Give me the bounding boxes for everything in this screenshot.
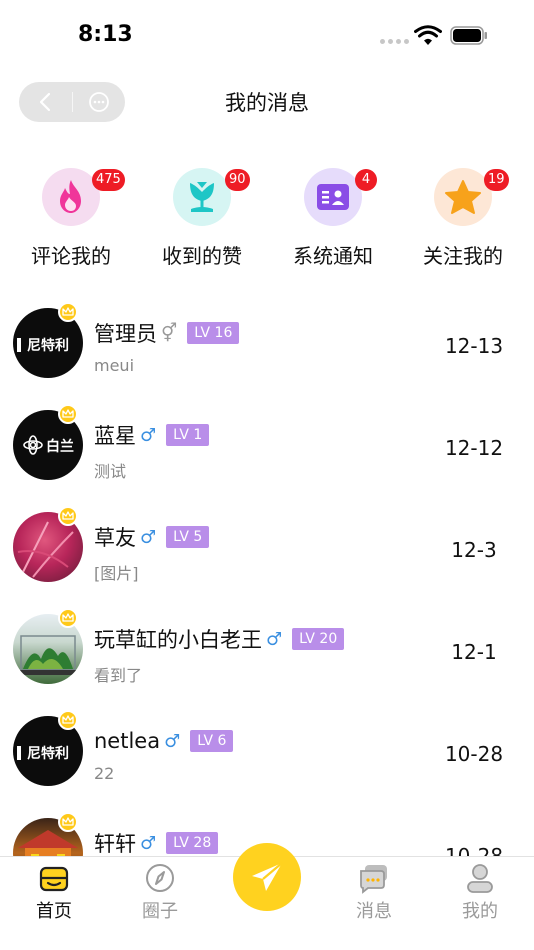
category-label: 评论我的 (31, 244, 111, 268)
message-date: 12-1 (451, 640, 497, 664)
user-name[interactable]: netlea (94, 729, 160, 753)
message-preview: 看到了 (94, 666, 143, 685)
tab-label: 圈子 (142, 901, 178, 922)
level-badge: LV 1 (166, 424, 210, 446)
id-card-icon (304, 168, 362, 226)
paper-plane-icon (252, 862, 283, 891)
compass-icon (146, 864, 174, 892)
publish-button[interactable] (233, 843, 301, 911)
crown-icon (58, 302, 78, 322)
avatar-text: 白兰 (46, 438, 74, 455)
status-time: 8:13 (78, 22, 133, 47)
message-row[interactable]: 尼特利 管理员 ⚥ LV 16 meui 12-13 (0, 292, 534, 394)
male-icon: ♂ (140, 424, 157, 446)
badge-system: 4 (355, 169, 377, 191)
crown-icon (58, 710, 78, 730)
message-list[interactable]: 尼特利 管理员 ⚥ LV 16 meui 12-13 白兰 蓝星 ♂ LV 1 … (0, 292, 534, 857)
level-badge: LV 20 (292, 628, 345, 650)
message-row[interactable]: 尼特利 netlea ♂ LV 6 22 10-28 (0, 700, 534, 802)
wifi-icon (414, 25, 442, 45)
category-label: 收到的赞 (162, 244, 242, 268)
category-likes[interactable]: 90 收到的赞 (137, 160, 267, 270)
tab-messages[interactable]: 消息 (334, 861, 414, 922)
male-icon: ♂ (164, 730, 181, 752)
user-name[interactable]: 玩草缸的小白老王 (94, 624, 262, 654)
tab-label: 消息 (356, 901, 392, 922)
user-name[interactable]: 管理员 (94, 318, 157, 348)
level-badge: LV 5 (166, 526, 210, 548)
user-name[interactable]: 草友 (94, 522, 136, 552)
message-date: 10-28 (444, 742, 504, 766)
category-followers[interactable]: 19 关注我的 (398, 160, 528, 270)
message-preview: 测试 (94, 462, 127, 481)
tab-home[interactable]: 首页 (14, 861, 94, 922)
category-system[interactable]: 4 系统通知 (268, 160, 398, 270)
name-line: 蓝星 ♂ LV 1 (94, 420, 210, 450)
battery-icon (450, 26, 487, 45)
user-name[interactable]: 轩轩 (94, 828, 136, 857)
person-icon (467, 864, 493, 893)
avatar-text: 尼特利 (27, 745, 69, 762)
category-label: 系统通知 (293, 244, 373, 268)
level-badge: LV 16 (187, 322, 240, 344)
crown-icon (58, 812, 78, 832)
level-badge: LV 28 (166, 832, 219, 854)
badge-likes: 90 (225, 169, 250, 191)
message-row[interactable]: 草友 ♂ LV 5 [图片] 12-3 (0, 496, 534, 598)
name-line: 玩草缸的小白老王 ♂ LV 20 (94, 624, 345, 654)
avatar-text: 尼特利 (27, 337, 69, 354)
message-preview: 22 (94, 764, 115, 783)
page-title: 我的消息 (225, 91, 309, 115)
message-preview: [图片] (94, 564, 139, 583)
crown-icon (58, 608, 78, 628)
category-label: 关注我的 (423, 244, 503, 268)
category-comments[interactable]: 475 评论我的 (6, 160, 136, 270)
badge-followers: 19 (484, 169, 509, 191)
category-row: 475 评论我的 90 收到的赞 4 系统通知 19 关注我的 (0, 160, 534, 280)
message-date: 12-13 (444, 334, 504, 358)
nav-header: 我的消息 (0, 72, 534, 132)
signal-icon (380, 39, 409, 44)
gender-icon: ⚥ (161, 322, 178, 344)
name-line: 草友 ♂ LV 5 (94, 522, 210, 552)
name-line: 轩轩 ♂ LV 28 (94, 828, 219, 857)
tulip-icon (173, 168, 231, 226)
male-icon: ♂ (140, 832, 157, 854)
level-badge: LV 6 (190, 730, 234, 752)
tab-label: 我的 (462, 901, 498, 922)
tab-circle[interactable]: 圈子 (120, 861, 200, 922)
message-date: 12-3 (451, 538, 497, 562)
male-icon: ♂ (266, 628, 283, 650)
home-icon (39, 866, 69, 892)
message-preview: meui (94, 356, 135, 375)
name-line: 管理员 ⚥ LV 16 (94, 318, 240, 348)
tab-label: 首页 (36, 901, 72, 922)
crown-icon (58, 404, 78, 424)
name-line: netlea ♂ LV 6 (94, 727, 234, 755)
message-row[interactable]: 白兰 蓝星 ♂ LV 1 测试 12-12 (0, 394, 534, 496)
chat-icon (360, 865, 387, 894)
message-date: 12-12 (444, 436, 504, 460)
status-bar: 8:13 (0, 0, 534, 72)
user-name[interactable]: 蓝星 (94, 420, 136, 450)
badge-comments: 475 (92, 169, 125, 191)
crown-icon (58, 506, 78, 526)
male-icon: ♂ (140, 526, 157, 548)
message-row[interactable]: 玩草缸的小白老王 ♂ LV 20 看到了 12-1 (0, 598, 534, 700)
tab-mine[interactable]: 我的 (440, 861, 520, 922)
